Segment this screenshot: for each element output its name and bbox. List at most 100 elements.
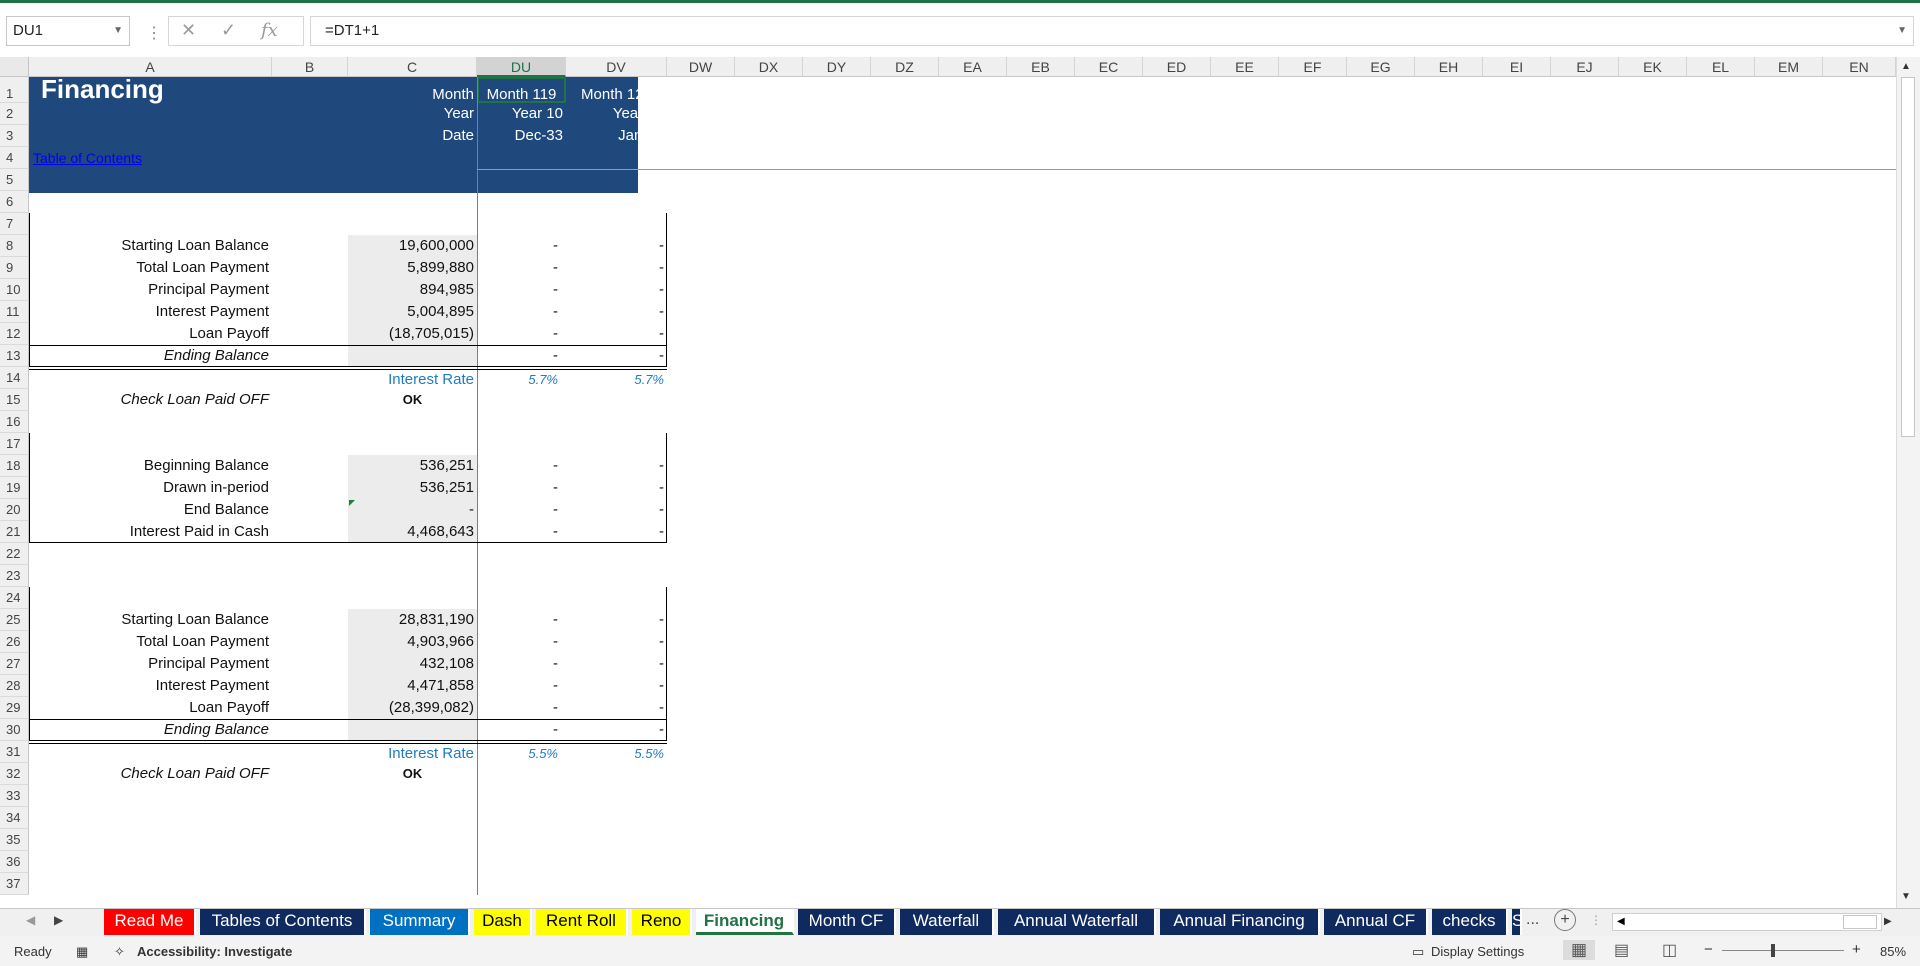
sheet-tab-s[interactable]: S	[1512, 909, 1522, 935]
acquisition-row-label[interactable]: Principal Payment	[29, 279, 272, 301]
escrow-row-dv[interactable]: -	[566, 521, 667, 543]
more-tabs[interactable]: ...	[1526, 911, 1539, 929]
sheet-title[interactable]: Financing	[29, 76, 272, 103]
sheet-tab-read-me[interactable]: Read Me	[104, 909, 196, 935]
vertical-scroll-thumb[interactable]	[1901, 77, 1915, 437]
horizontal-scrollbar[interactable]: ◀	[1612, 913, 1882, 931]
escrow-row-du[interactable]: -	[477, 521, 566, 543]
refinance-row-label[interactable]: Total Loan Payment	[29, 631, 272, 653]
escrow-row-total[interactable]: 4,468,643	[348, 521, 477, 543]
acquisition-row-dv[interactable]: -	[566, 301, 667, 323]
row-header-19[interactable]: 19	[0, 477, 29, 499]
row-header-6[interactable]: 6	[0, 191, 29, 213]
column-header-dy[interactable]: DY	[803, 57, 871, 77]
accessibility-icon[interactable]: ✧	[114, 944, 125, 960]
row-header-30[interactable]: 30	[0, 719, 29, 741]
zoom-slider[interactable]	[1722, 950, 1844, 951]
accessibility-status[interactable]: Accessibility: Investigate	[137, 944, 292, 959]
refinance-row-total[interactable]: 4,903,966	[348, 631, 477, 653]
column-header-ej[interactable]: EJ	[1551, 57, 1619, 77]
sheet-tab-tables-of-contents[interactable]: Tables of Contents	[200, 909, 366, 935]
escrow-row-total[interactable]: 536,251	[348, 455, 477, 477]
scroll-right-icon[interactable]: ▶	[1884, 916, 1892, 927]
refinance-row-label[interactable]: Ending Balance	[29, 719, 272, 741]
display-settings-icon[interactable]: ▭	[1412, 944, 1424, 960]
row-header-25[interactable]: 25	[0, 609, 29, 631]
refinance-row-dv[interactable]: -	[566, 631, 667, 653]
row-header-3[interactable]: 3	[0, 125, 29, 147]
page-layout-icon[interactable]: ▤	[1614, 940, 1629, 960]
date-label[interactable]: Date	[348, 125, 477, 147]
refinance-row-du[interactable]: -	[477, 609, 566, 631]
column-header-el[interactable]: EL	[1687, 57, 1755, 77]
year-label[interactable]: Year	[348, 103, 477, 125]
zoom-out-button[interactable]: −	[1704, 941, 1713, 958]
row-header-35[interactable]: 35	[0, 829, 29, 851]
acquisition-rate-label[interactable]: Interest Rate	[348, 367, 477, 389]
refinance-rate-dv[interactable]: 5.5%	[566, 741, 667, 763]
sheet-tab-rent-roll[interactable]: Rent Roll	[536, 909, 628, 935]
row-header-7[interactable]: 7	[0, 213, 29, 235]
refinance-row-dv[interactable]: -	[566, 609, 667, 631]
row-header-18[interactable]: 18	[0, 455, 29, 477]
escrow-row-dv[interactable]: -	[566, 455, 667, 477]
acquisition-row-dv[interactable]: -	[566, 345, 667, 367]
sheet-tab-annual-waterfall[interactable]: Annual Waterfall	[998, 909, 1156, 935]
row-header-12[interactable]: 12	[0, 323, 29, 345]
acquisition-row-dv[interactable]: -	[566, 235, 667, 257]
refinance-row-dv[interactable]: -	[566, 719, 667, 741]
date-cell-du[interactable]: Dec-33	[477, 125, 566, 147]
escrow-row-dv[interactable]: -	[566, 499, 667, 521]
refinance-row-label[interactable]: Loan Payoff	[29, 697, 272, 719]
sheet-tab-month-cf[interactable]: Month CF	[798, 909, 896, 935]
row-header-24[interactable]: 24	[0, 587, 29, 609]
refinance-row-label[interactable]: Starting Loan Balance	[29, 609, 272, 631]
escrow-row-label[interactable]: Drawn in-period	[29, 477, 272, 499]
column-header-en[interactable]: EN	[1823, 57, 1896, 77]
refinance-row-dv[interactable]: -	[566, 697, 667, 719]
column-header-ec[interactable]: EC	[1075, 57, 1143, 77]
column-header-dw[interactable]: DW	[667, 57, 735, 77]
column-header-eg[interactable]: EG	[1347, 57, 1415, 77]
sheet-tab-checks[interactable]: checks	[1432, 909, 1508, 935]
scroll-down-icon[interactable]: ▼	[1901, 891, 1911, 902]
acquisition-row-label[interactable]: Loan Payoff	[29, 323, 272, 345]
normal-view-icon[interactable]: ▦	[1563, 940, 1596, 960]
acquisition-row-dv[interactable]: -	[566, 279, 667, 301]
acquisition-row-du[interactable]: -	[477, 279, 566, 301]
row-header-14[interactable]: 14	[0, 367, 29, 389]
row-header-4[interactable]: 4	[0, 147, 29, 169]
month-120-cell[interactable]: Month 120	[566, 77, 667, 103]
refinance-row-total[interactable]: 432,108	[348, 653, 477, 675]
acquisition-row-du[interactable]: -	[477, 323, 566, 345]
horizontal-scroll-thumb[interactable]	[1843, 915, 1877, 929]
escrow-row-label[interactable]: Interest Paid in Cash	[29, 521, 272, 543]
acquisition-row-du[interactable]: -	[477, 301, 566, 323]
acquisition-row-total[interactable]: 5,899,880	[348, 257, 477, 279]
row-header-5[interactable]: 5	[0, 169, 29, 191]
page-break-preview-icon[interactable]: ◫	[1662, 940, 1677, 960]
sheet-tab-annual-cf[interactable]: Annual CF	[1324, 909, 1428, 935]
acquisition-row-du[interactable]: -	[477, 235, 566, 257]
refinance-row-du[interactable]: -	[477, 653, 566, 675]
sheet-tab-financing[interactable]: Financing	[696, 909, 794, 935]
refinance-row-dv[interactable]: -	[566, 653, 667, 675]
refinance-title[interactable]: Refinance Debt	[29, 587, 272, 609]
refinance-rate-du[interactable]: 5.5%	[477, 741, 566, 763]
sheet-tab-summary[interactable]: Summary	[370, 909, 470, 935]
escrow-row-du[interactable]: -	[477, 499, 566, 521]
column-header-du[interactable]: DU	[477, 57, 566, 77]
refinance-row-du[interactable]: -	[477, 697, 566, 719]
refinance-row-dv[interactable]: -	[566, 675, 667, 697]
name-box[interactable]: DU1 ▼	[6, 16, 130, 46]
acquisition-row-label[interactable]: Starting Loan Balance	[29, 235, 272, 257]
select-all-corner[interactable]	[0, 57, 29, 77]
escrow-title[interactable]: Interest Reserve Escrow	[29, 433, 272, 455]
refinance-row-total[interactable]: (28,399,082)	[348, 697, 477, 719]
row-header-21[interactable]: 21	[0, 521, 29, 543]
refinance-row-du[interactable]: -	[477, 675, 566, 697]
year-cell-du[interactable]: Year 10	[477, 103, 566, 125]
column-header-ee[interactable]: EE	[1211, 57, 1279, 77]
acquisition-row-dv[interactable]: -	[566, 257, 667, 279]
row-header-27[interactable]: 27	[0, 653, 29, 675]
